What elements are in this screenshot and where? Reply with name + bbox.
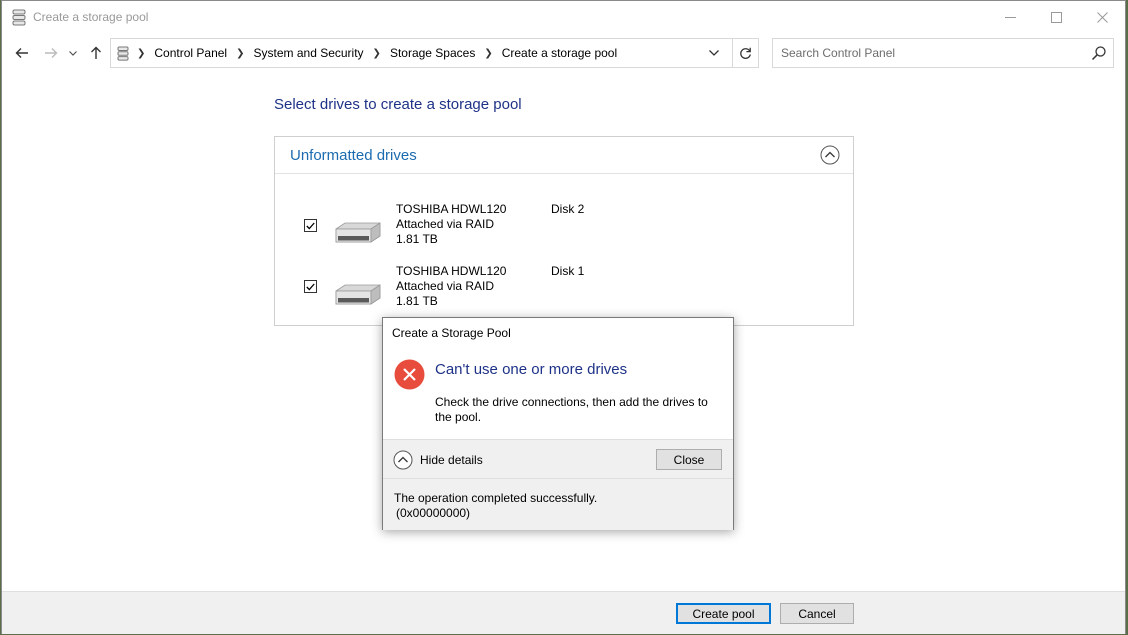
details-line-1: The operation completed successfully.: [394, 491, 598, 505]
refresh-icon: [739, 47, 751, 59]
breadcrumb-separator[interactable]: ❯: [236, 48, 244, 59]
drive-name: TOSHIBA HDWL120: [396, 264, 507, 278]
address-divider: [732, 39, 733, 67]
control-panel-icon: [117, 46, 129, 61]
drive-connection: Attached via RAID: [396, 217, 495, 231]
search-box[interactable]: [772, 38, 1114, 68]
dialog-main-message: Can't use one or more drives: [435, 361, 628, 378]
address-dropdown-button[interactable]: [705, 44, 723, 62]
maximize-icon: [1050, 11, 1062, 23]
up-button[interactable]: [86, 43, 106, 63]
arrow-left-icon: [15, 48, 28, 58]
breadcrumb-separator[interactable]: ❯: [373, 48, 381, 59]
minimize-button[interactable]: [987, 1, 1033, 33]
refresh-button[interactable]: [734, 43, 756, 63]
chevron-down-icon: [69, 50, 77, 56]
dialog-sub-message: Check the drive connections, then add th…: [435, 395, 708, 424]
page-title: Select drives to create a storage pool: [274, 96, 522, 113]
close-icon: [1096, 11, 1108, 23]
chevron-up-icon[interactable]: [393, 450, 413, 470]
drive-disk-number: Disk 2: [551, 202, 585, 216]
minimize-icon: [1004, 16, 1016, 18]
search-icon[interactable]: [1091, 45, 1107, 61]
cancel-button[interactable]: Cancel: [780, 603, 854, 624]
drive-size: 1.81 TB: [396, 294, 438, 308]
hide-details-link[interactable]: Hide details: [420, 453, 483, 467]
drive-name: TOSHIBA HDWL120: [396, 202, 507, 216]
search-input[interactable]: [774, 40, 1074, 66]
drive-info: TOSHIBA HDWL120 Attached via RAID 1.81 T…: [396, 202, 506, 247]
drive-row: TOSHIBA HDWL120 Attached via RAID 1.81 T…: [275, 202, 853, 254]
details-toggle-bar: Hide details Close: [383, 439, 733, 479]
panel-title: Unformatted drives: [290, 147, 417, 164]
details-line-2: (0x00000000): [396, 506, 471, 520]
storage-spaces-icon: [12, 9, 26, 26]
collapse-chevron-icon[interactable]: [820, 145, 840, 165]
drive-checkbox[interactable]: [304, 280, 317, 293]
drive-checkbox[interactable]: [304, 219, 317, 232]
error-icon: [394, 359, 425, 390]
checkmark-icon: [306, 222, 315, 230]
maximize-button[interactable]: [1033, 1, 1079, 33]
forward-button[interactable]: [41, 43, 61, 63]
footer-bar: Create pool Cancel: [2, 591, 1125, 634]
address-bar[interactable]: ❯ Control Panel ❯ System and Security ❯ …: [110, 38, 759, 68]
breadcrumb-create-storage-pool[interactable]: Create a storage pool: [502, 46, 617, 60]
hard-drive-icon: [335, 222, 381, 243]
arrow-right-icon: [45, 48, 58, 58]
dialog-details: The operation completed successfully. (0…: [383, 479, 733, 530]
checkmark-icon: [306, 283, 315, 291]
drive-connection: Attached via RAID: [396, 279, 495, 293]
breadcrumb-separator[interactable]: ❯: [484, 48, 492, 59]
drive-disk-number: Disk 1: [551, 264, 585, 278]
drive-row: TOSHIBA HDWL120 Attached via RAID 1.81 T…: [275, 264, 853, 316]
drive-size: 1.81 TB: [396, 232, 438, 246]
drive-info: TOSHIBA HDWL120 Attached via RAID 1.81 T…: [396, 264, 506, 309]
breadcrumb-control-panel[interactable]: Control Panel: [154, 46, 227, 60]
breadcrumb: ❯ Control Panel ❯ System and Security ❯ …: [117, 39, 617, 67]
breadcrumb-storage-spaces[interactable]: Storage Spaces: [390, 46, 475, 60]
recent-locations-button[interactable]: [66, 43, 80, 63]
window-title: Create a storage pool: [33, 10, 149, 24]
close-button[interactable]: Close: [656, 449, 722, 470]
unformatted-drives-panel: Unformatted drives TOSHIBA HDWL120 Attac…: [274, 136, 854, 326]
title-bar: Create a storage pool: [2, 1, 1125, 34]
dialog-title: Create a Storage Pool: [392, 326, 511, 340]
chevron-down-icon: [709, 50, 719, 56]
breadcrumb-system-and-security[interactable]: System and Security: [254, 46, 364, 60]
arrow-up-icon: [91, 46, 101, 59]
close-window-button[interactable]: [1079, 1, 1125, 33]
create-pool-button[interactable]: Create pool: [676, 603, 771, 624]
panel-header[interactable]: Unformatted drives: [275, 137, 853, 174]
back-button[interactable]: [12, 43, 32, 63]
error-dialog: Create a Storage Pool Can't use one or m…: [382, 317, 734, 530]
breadcrumb-separator[interactable]: ❯: [137, 48, 145, 59]
hard-drive-icon: [335, 284, 381, 305]
